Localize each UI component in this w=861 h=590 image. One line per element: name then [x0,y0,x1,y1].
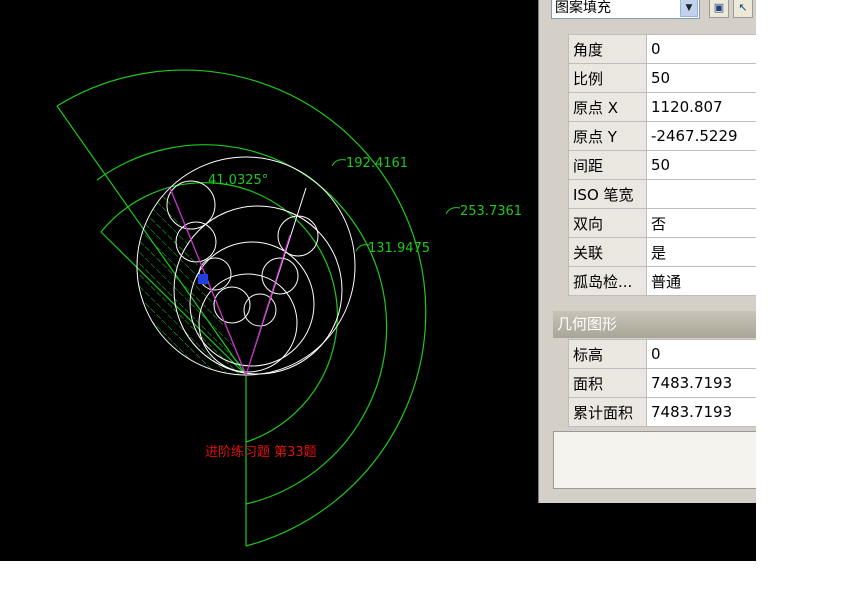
object-type-select[interactable]: 图案填充 ▼ [551,0,700,19]
object-type-value: 图案填充 [555,0,611,16]
prop-row-scale[interactable]: 比例 50 [568,63,756,93]
prop-row-double[interactable]: 双向否 [568,208,756,238]
prop-row-associative[interactable]: 关联是 [568,237,756,267]
small-circle-5[interactable] [261,257,299,295]
prop-row-cumulative-area[interactable]: 累计面积 7483.7193 [568,397,756,427]
outer-radius-line[interactable] [56,105,247,376]
arc-dimension-253[interactable]: 253.7361 [460,204,522,219]
geometry-properties-table: 标高 0 面积 7483.7193 累计面积 7483.7193 [568,339,756,427]
prop-row-elevation[interactable]: 标高 0 [568,339,756,369]
arc-dimension-131[interactable]: 131.9475 [368,241,430,256]
center-line-right[interactable] [245,234,291,376]
properties-palette: 图案填充 ▼ ▣ ↖ 角度 0 比例 50 原点 X 1120.807 原点 Y -24… [538,0,756,503]
small-circle-1[interactable] [166,180,216,230]
prop-row-area[interactable]: 面积 7483.7193 [568,368,756,398]
prop-row-spacing[interactable]: 间距 50 [568,150,756,180]
toggle-pickadd-icon[interactable]: ▣ [709,0,729,18]
prop-row-island-detection[interactable]: 孤岛检... 普通 [568,266,756,296]
chevron-down-icon[interactable]: ▼ [680,0,698,17]
prop-row-origin-x[interactable]: 原点 X 1120.807 [568,92,756,122]
outer-arc[interactable] [56,69,427,547]
angle-dimension[interactable]: 41.0325° [208,173,268,188]
prop-row-origin-y[interactable]: 原点 Y -2467.5229 [568,121,756,151]
description-box [553,431,756,489]
pattern-properties-table: 角度 0 比例 50 原点 X 1120.807 原点 Y -2467.5229 间距 5… [568,34,756,296]
select-objects-icon[interactable]: ↖ [733,0,753,18]
grip-handle[interactable] [198,274,208,284]
geometry-section-title: 几何图形 [557,315,618,333]
prop-row-angle[interactable]: 角度 0 [568,34,756,64]
exercise-caption: 进阶练习题 第33题 [205,445,317,460]
geometry-section-header[interactable]: 几何图形 [553,311,756,338]
arc-dimension-192[interactable]: 192.4161 [346,156,408,171]
prop-row-iso-pen-width[interactable]: ISO 笔宽 [568,179,756,209]
inner-arc[interactable] [100,182,338,443]
